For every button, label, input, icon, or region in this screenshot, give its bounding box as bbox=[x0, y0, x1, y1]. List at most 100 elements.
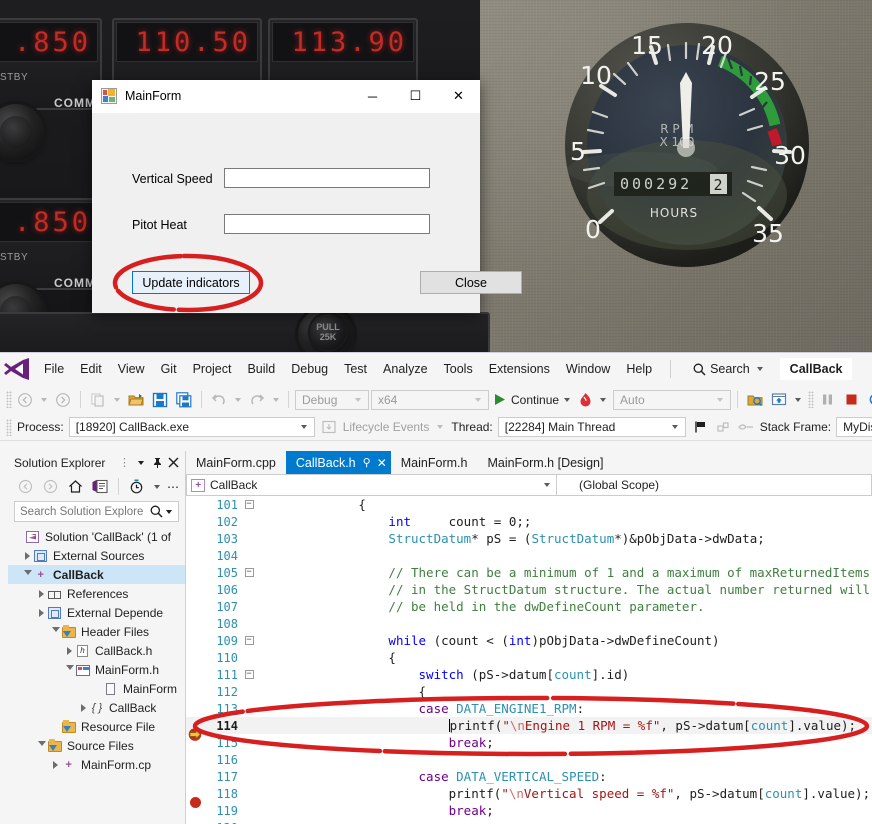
code-text[interactable]: { bbox=[260, 684, 426, 699]
tree-item-source-files[interactable]: Source Files bbox=[8, 736, 185, 755]
code-line[interactable]: 115 break; bbox=[186, 734, 872, 751]
menu-debug[interactable]: Debug bbox=[283, 358, 336, 380]
debug-toolbar-grip[interactable] bbox=[6, 419, 12, 436]
mainform-dialog[interactable]: MainForm ─ ☐ ✕ Vertical Speed Pitot Heat… bbox=[92, 80, 480, 313]
menu-git[interactable]: Git bbox=[153, 358, 185, 380]
fold-toggle-icon[interactable]: − bbox=[238, 568, 260, 577]
continue-dropdown-icon[interactable] bbox=[564, 398, 570, 402]
auto-combo[interactable]: Auto bbox=[613, 390, 731, 410]
code-line[interactable]: 105− // There can be a minimum of 1 and … bbox=[186, 564, 872, 581]
code-text[interactable]: // There can be a minimum of 1 and a max… bbox=[260, 565, 870, 580]
tree-item-external-dependencies[interactable]: External Depende bbox=[8, 603, 185, 622]
tree-item-mainform-cpp[interactable]: + MainForm.cp bbox=[8, 755, 185, 774]
tree-item-mainform-h[interactable]: MainForm.h bbox=[8, 660, 185, 679]
back-icon[interactable] bbox=[14, 476, 36, 498]
code-line[interactable]: 118 printf("\nVertical speed = %f", pS->… bbox=[186, 785, 872, 802]
restart-icon[interactable] bbox=[864, 389, 872, 411]
code-text[interactable]: break; bbox=[260, 803, 494, 818]
forward-icon[interactable] bbox=[39, 476, 61, 498]
toolbar-grip[interactable] bbox=[6, 391, 12, 408]
code-text[interactable]: printf("\nEngine 1 RPM = %f", pS->datum[… bbox=[260, 718, 856, 733]
code-text[interactable]: StructDatum* pS = (StructDatum*)&pObjDat… bbox=[260, 531, 765, 546]
continue-label[interactable]: Continue bbox=[511, 393, 559, 407]
code-surface[interactable]: 101− {102 int count = 0;;103 StructDatum… bbox=[186, 496, 872, 824]
chevron-down-icon[interactable] bbox=[301, 425, 307, 429]
fold-toggle-icon[interactable]: − bbox=[238, 670, 260, 679]
tree-item-header-files[interactable]: Header Files bbox=[8, 622, 185, 641]
expander-closed[interactable] bbox=[78, 704, 89, 712]
code-line[interactable]: 116 bbox=[186, 751, 872, 768]
sync-with-active-document-icon[interactable] bbox=[89, 476, 111, 498]
flag-thread-icon[interactable] bbox=[691, 416, 709, 438]
tree-item-external-sources[interactable]: External Sources bbox=[8, 546, 185, 565]
project-badge[interactable]: CallBack bbox=[780, 358, 853, 380]
code-line[interactable]: 103 StructDatum* pS = (StructDatum*)&pOb… bbox=[186, 530, 872, 547]
vertical-speed-input[interactable] bbox=[224, 168, 430, 188]
undo-dropdown-icon[interactable] bbox=[235, 398, 241, 402]
save-icon[interactable] bbox=[149, 389, 171, 411]
navigate-back-icon[interactable] bbox=[14, 389, 36, 411]
search-options-dropdown-icon[interactable] bbox=[166, 510, 172, 514]
type-dropdown[interactable]: + CallBack bbox=[186, 474, 556, 496]
thread-combo[interactable]: [22284] Main Thread bbox=[498, 417, 686, 437]
home-icon[interactable] bbox=[64, 476, 86, 498]
breakpoint-dot[interactable] bbox=[190, 797, 201, 808]
chevron-down-icon[interactable] bbox=[355, 398, 361, 402]
code-text[interactable]: case DATA_ENGINE1_RPM: bbox=[260, 701, 584, 716]
fold-toggle-icon[interactable]: − bbox=[238, 636, 260, 645]
close-icon[interactable]: ✕ bbox=[377, 456, 387, 470]
expander-closed[interactable] bbox=[50, 761, 61, 769]
chevron-down-icon[interactable] bbox=[672, 425, 678, 429]
navigate-forward-icon[interactable] bbox=[52, 389, 74, 411]
tree-item-callback-project[interactable]: + CallBack bbox=[8, 565, 185, 584]
tab-mainform-h-design[interactable]: MainForm.h [Design] bbox=[477, 451, 613, 474]
menu-view[interactable]: View bbox=[110, 358, 153, 380]
expander-open[interactable] bbox=[50, 627, 61, 636]
chevron-down-icon[interactable] bbox=[757, 367, 763, 371]
break-all-icon[interactable] bbox=[816, 389, 838, 411]
code-line[interactable]: 101− { bbox=[186, 496, 872, 513]
redo-icon[interactable] bbox=[246, 389, 268, 411]
expander-closed[interactable] bbox=[64, 647, 75, 655]
open-file-icon[interactable] bbox=[125, 389, 147, 411]
code-line[interactable]: 120 bbox=[186, 819, 872, 824]
member-dropdown[interactable]: (Global Scope) bbox=[556, 474, 872, 496]
expander-closed[interactable] bbox=[36, 609, 47, 617]
search-box[interactable]: Search bbox=[693, 362, 766, 376]
tree-item-solution[interactable]: Solution 'CallBack' (1 of bbox=[8, 527, 185, 546]
code-line[interactable]: 106 // in the StructDatum structure. The… bbox=[186, 581, 872, 598]
new-item-dropdown-icon[interactable] bbox=[114, 398, 120, 402]
pending-changes-icon[interactable] bbox=[126, 476, 148, 498]
code-line[interactable]: 113 case DATA_ENGINE1_RPM: bbox=[186, 700, 872, 717]
tab-mainform-cpp[interactable]: MainForm.cpp bbox=[186, 451, 286, 474]
close-icon[interactable]: ✕ bbox=[437, 80, 480, 113]
start-debug-icon[interactable] bbox=[491, 389, 507, 411]
toolbar-grip-2[interactable] bbox=[808, 391, 814, 408]
minimize-icon[interactable]: ─ bbox=[351, 80, 394, 113]
mainform-titlebar[interactable]: MainForm ─ ☐ ✕ bbox=[92, 80, 480, 113]
code-line[interactable]: 114 printf("\nEngine 1 RPM = %f", pS->da… bbox=[186, 717, 872, 734]
code-line[interactable]: 112 { bbox=[186, 683, 872, 700]
configuration-combo[interactable]: Debug bbox=[295, 390, 369, 410]
expander-open[interactable] bbox=[22, 570, 33, 579]
search-solution-explorer-input[interactable]: Search Solution Explore bbox=[20, 506, 150, 518]
code-line[interactable]: 102 int count = 0;; bbox=[186, 513, 872, 530]
current-statement-arrow[interactable] bbox=[188, 728, 203, 741]
stack-frame-combo[interactable]: MyDispatchP bbox=[836, 417, 872, 437]
navigate-back-dropdown-icon[interactable] bbox=[41, 398, 47, 402]
tab-mainform-h[interactable]: MainForm.h bbox=[391, 451, 478, 474]
pitot-heat-input[interactable] bbox=[224, 214, 430, 234]
more-icon[interactable]: ⋮ bbox=[119, 456, 130, 469]
code-line[interactable]: 109− while (count < (int)pObjData->dwDef… bbox=[186, 632, 872, 649]
expander-open[interactable] bbox=[36, 741, 47, 750]
code-text[interactable]: while (count < (int)pObjData->dwDefineCo… bbox=[260, 633, 720, 648]
show-next-statement-icon[interactable] bbox=[768, 389, 790, 411]
hot-reload-icon[interactable] bbox=[575, 389, 595, 411]
code-line[interactable]: 108 bbox=[186, 615, 872, 632]
platform-combo[interactable]: x64 bbox=[371, 390, 489, 410]
save-all-icon[interactable] bbox=[173, 389, 195, 411]
code-text[interactable]: break; bbox=[260, 735, 494, 750]
menu-tools[interactable]: Tools bbox=[436, 358, 481, 380]
overflow-icon[interactable]: ⋯ bbox=[167, 483, 179, 491]
menu-edit[interactable]: Edit bbox=[72, 358, 110, 380]
